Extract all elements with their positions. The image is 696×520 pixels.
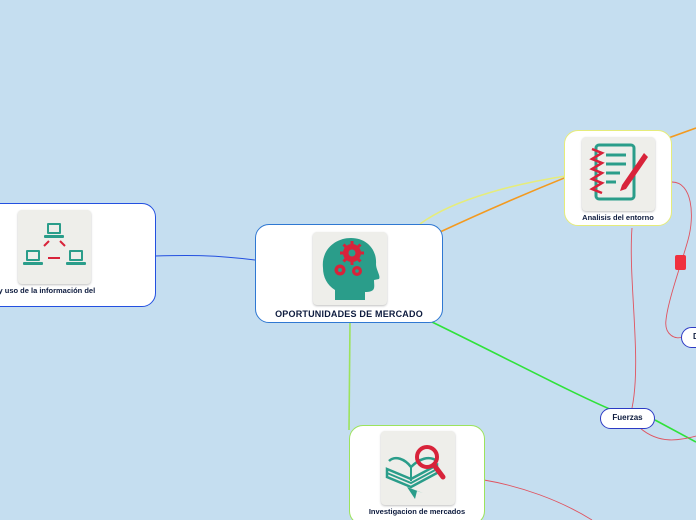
link-investigacion-bottom-red (483, 479, 593, 520)
node-analisis-label: Analisis del entorno (582, 213, 654, 222)
notepad-pencil-icon (589, 143, 648, 201)
node-informacion-label-line1: ción y uso de la información del (0, 286, 96, 295)
central-node[interactable]: OPORTUNIDADES DE MERCADO (255, 224, 443, 323)
node-analisis[interactable]: Analisis del entorno (564, 130, 672, 226)
link-fuerzas-bottom-red (639, 427, 696, 441)
head-gears-icon-box (313, 232, 387, 305)
link-analisis-fuerzas-red (630, 227, 637, 409)
node-fuerzas[interactable]: Fuerzas (600, 408, 655, 429)
link-central-analisis-yellow (419, 175, 567, 225)
node-investigacion[interactable]: Investigacion de mercados (349, 425, 485, 520)
head-gears-icon (322, 238, 380, 300)
central-title: OPORTUNIDADES DE MERCADO (275, 309, 423, 319)
node-investigacion-label: Investigacion de mercados (368, 507, 466, 516)
network-computers-icon-box (18, 210, 91, 284)
book-magnifier-icon (385, 445, 446, 499)
node-partial-right[interactable]: D (681, 327, 696, 348)
book-magnifier-icon-box (381, 431, 455, 505)
notepad-pencil-icon-box (582, 137, 655, 211)
link-central-fuerzas (431, 321, 613, 411)
node-informacion[interactable]: ción y uso de la información del ng (0, 203, 156, 307)
network-computers-icon (23, 223, 86, 265)
link-central-informacion (154, 254, 256, 261)
red-marker[interactable] (675, 255, 686, 270)
link-central-investigacion (348, 321, 351, 431)
mind-map-canvas: ción y uso de la información del ng (0, 0, 696, 520)
